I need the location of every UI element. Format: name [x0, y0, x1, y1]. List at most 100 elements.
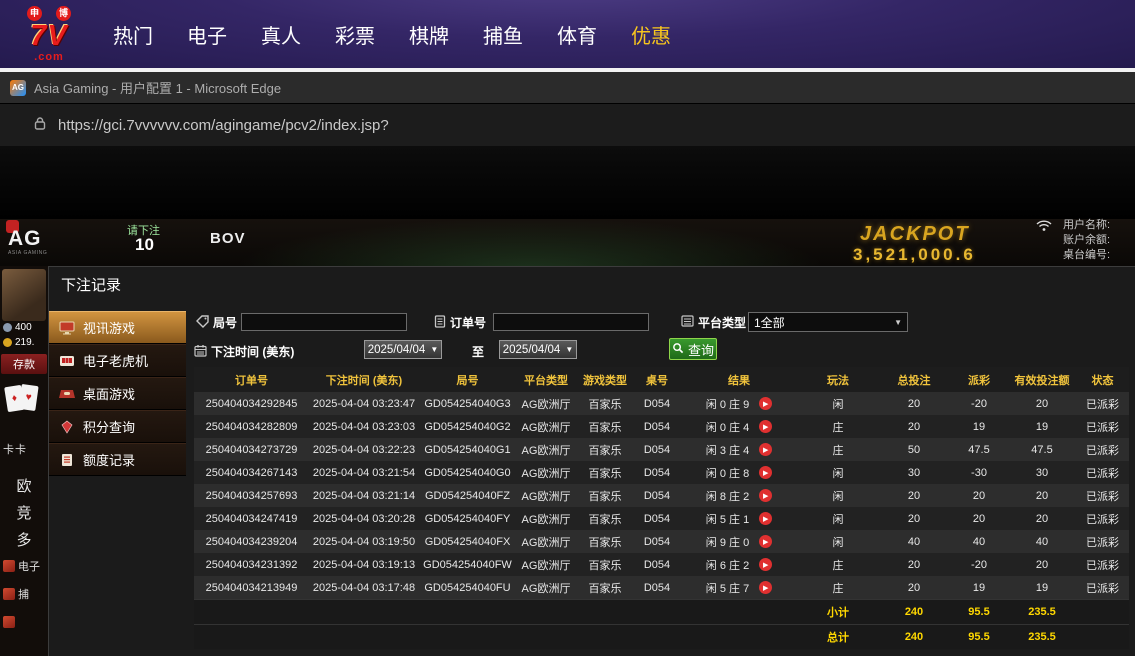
- subtotal-label: 小计: [798, 599, 878, 625]
- list-icon: [681, 315, 694, 330]
- cell-result: 闲 0 庄 9 ▶: [680, 392, 798, 415]
- cell: GD054254040FW: [423, 558, 512, 571]
- platform-type-select[interactable]: 1全部 ▼: [748, 312, 908, 332]
- sidebar-item-slots[interactable]: 电子老虎机: [49, 344, 186, 377]
- order-number-input[interactable]: [493, 313, 649, 331]
- avatar[interactable]: [2, 269, 46, 321]
- table-row: 250404034292845 2025-04-04 03:23:47 GD0542…: [194, 392, 1129, 415]
- cell: 闲: [832, 513, 844, 526]
- lobby-bottom-tab[interactable]: [0, 612, 48, 632]
- order-icon: [434, 314, 446, 331]
- site-logo[interactable]: 申 博 7V .com: [12, 5, 86, 63]
- round-number-input[interactable]: [241, 313, 407, 331]
- cell: AG欧洲厅: [521, 444, 571, 457]
- cell: GD054254040G1: [424, 443, 511, 456]
- cell: D054: [643, 581, 671, 594]
- table-row: 250404034231392 2025-04-04 03:19:13 GD0542…: [194, 553, 1129, 576]
- cell: 2025-04-04 03:19:13: [312, 558, 416, 571]
- url-text[interactable]: https://gci.7vvvvvv.com/agingame/pcv2/in…: [58, 117, 389, 134]
- lobby-bottom-tab[interactable]: 捕: [0, 584, 48, 604]
- dealer-table-name: BOV: [210, 230, 246, 247]
- search-icon: [672, 342, 684, 357]
- table-row: 250404034282809 2025-04-04 03:23:03 GD0542…: [194, 415, 1129, 438]
- diamond-icon: [59, 420, 75, 434]
- cell-result: 闲 0 庄 8 ▶: [680, 461, 798, 484]
- ag-lobby-logo-sub: ASIA GAMING: [8, 250, 48, 256]
- replay-icon[interactable]: ▶: [759, 558, 773, 571]
- sidebar-item-credit-records[interactable]: 额度记录: [49, 443, 186, 476]
- cell: 250404034273729: [205, 443, 298, 456]
- sidebar-item-table-games[interactable]: 桌面游戏: [49, 377, 186, 410]
- hall-tab[interactable]: 多: [0, 526, 48, 553]
- replay-icon[interactable]: ▶: [759, 581, 773, 594]
- replay-icon[interactable]: ▶: [759, 443, 773, 456]
- sidebar-item-points[interactable]: 积分查询: [49, 410, 186, 443]
- date-to-picker[interactable]: 2025/04/04 ▼: [499, 340, 577, 359]
- replay-icon[interactable]: ▶: [759, 535, 773, 548]
- date-from-picker[interactable]: 2025/04/04 ▼: [364, 340, 442, 359]
- to-label: 至: [472, 345, 485, 359]
- page-content: AG ASIA GAMING 请下注 10 BOV JACKPOT 3,521,…: [0, 146, 1135, 656]
- nav-item[interactable]: 捕鱼: [483, 20, 523, 49]
- bet-table-body: 250404034292845 2025-04-04 03:23:47 GD0542…: [194, 392, 1129, 600]
- sidebar-item-video-games[interactable]: 视讯游戏: [49, 311, 186, 344]
- main-nav: 热门 电子 真人 彩票 棋牌 捕鱼 体育 优惠: [96, 20, 688, 49]
- cell: 2025-04-04 03:20:28: [312, 512, 416, 525]
- hall-tab[interactable]: 竞: [0, 499, 48, 526]
- cell: 19: [1035, 581, 1049, 594]
- logo-subtext: .com: [34, 50, 64, 63]
- cell: D054: [643, 558, 671, 571]
- result-text: 闲 8 庄 2: [705, 490, 750, 503]
- cell-result: 闲 9 庄 0 ▶: [680, 530, 798, 553]
- cell: 百家乐: [588, 513, 622, 526]
- cell: 40: [907, 535, 921, 548]
- hall-tab[interactable]: 欧: [0, 472, 48, 499]
- lobby-bottom-tab[interactable]: 电子: [0, 556, 48, 576]
- column-header: 局号: [419, 367, 516, 392]
- cell: 250404034231392: [205, 558, 298, 571]
- cell: AG欧洲厅: [521, 490, 571, 503]
- cell: 20: [907, 420, 921, 433]
- cell: AG欧洲厅: [521, 559, 571, 572]
- nav-item[interactable]: 体育: [557, 20, 597, 49]
- replay-icon[interactable]: ▶: [759, 420, 773, 433]
- search-button[interactable]: 查询: [669, 338, 717, 360]
- category-icon: [3, 616, 15, 628]
- cell: 20: [907, 558, 921, 571]
- sidebar-item-label: 额度记录: [83, 453, 136, 468]
- replay-icon[interactable]: ▶: [759, 489, 773, 502]
- column-header: 下注时间 (美东): [309, 367, 419, 392]
- chevron-down-icon: ▼: [565, 345, 574, 354]
- cell: 40: [972, 535, 986, 548]
- nav-item[interactable]: 电子: [187, 20, 227, 49]
- column-header: 桌号: [634, 367, 680, 392]
- cell: 250404034282809: [205, 420, 298, 433]
- logo-badge: 博: [56, 5, 71, 21]
- cell: 已派彩: [1086, 536, 1119, 549]
- nav-item[interactable]: 彩票: [335, 20, 375, 49]
- cell: 百家乐: [588, 490, 622, 503]
- cell: 百家乐: [588, 444, 622, 457]
- deposit-button[interactable]: 存款: [1, 354, 47, 374]
- cell: GD054254040FU: [424, 581, 511, 594]
- replay-icon[interactable]: ▶: [759, 397, 773, 410]
- cell: 闲: [832, 490, 844, 503]
- nav-item[interactable]: 棋牌: [409, 20, 449, 49]
- replay-icon[interactable]: ▶: [759, 466, 773, 479]
- cell: AG欧洲厅: [521, 582, 571, 595]
- cell: 250404034213949: [205, 581, 298, 594]
- nav-item[interactable]: 真人: [261, 20, 301, 49]
- browser-address-bar[interactable]: https://gci.7vvvvvv.com/agingame/pcv2/in…: [0, 103, 1135, 146]
- user-label: 用户名称:: [1063, 219, 1111, 231]
- cell: 40: [1035, 535, 1049, 548]
- tag-icon: [196, 314, 209, 331]
- cell: 19: [1035, 420, 1049, 433]
- column-header: 派彩: [950, 367, 1008, 392]
- bet-countdown: 10: [135, 235, 154, 254]
- cell: 闲: [832, 467, 844, 480]
- nav-item[interactable]: 优惠: [631, 20, 671, 49]
- nav-item[interactable]: 热门: [113, 20, 153, 49]
- replay-icon[interactable]: ▶: [759, 512, 773, 525]
- cell: 20: [1035, 512, 1049, 525]
- result-text: 闲 0 庄 4: [705, 421, 750, 434]
